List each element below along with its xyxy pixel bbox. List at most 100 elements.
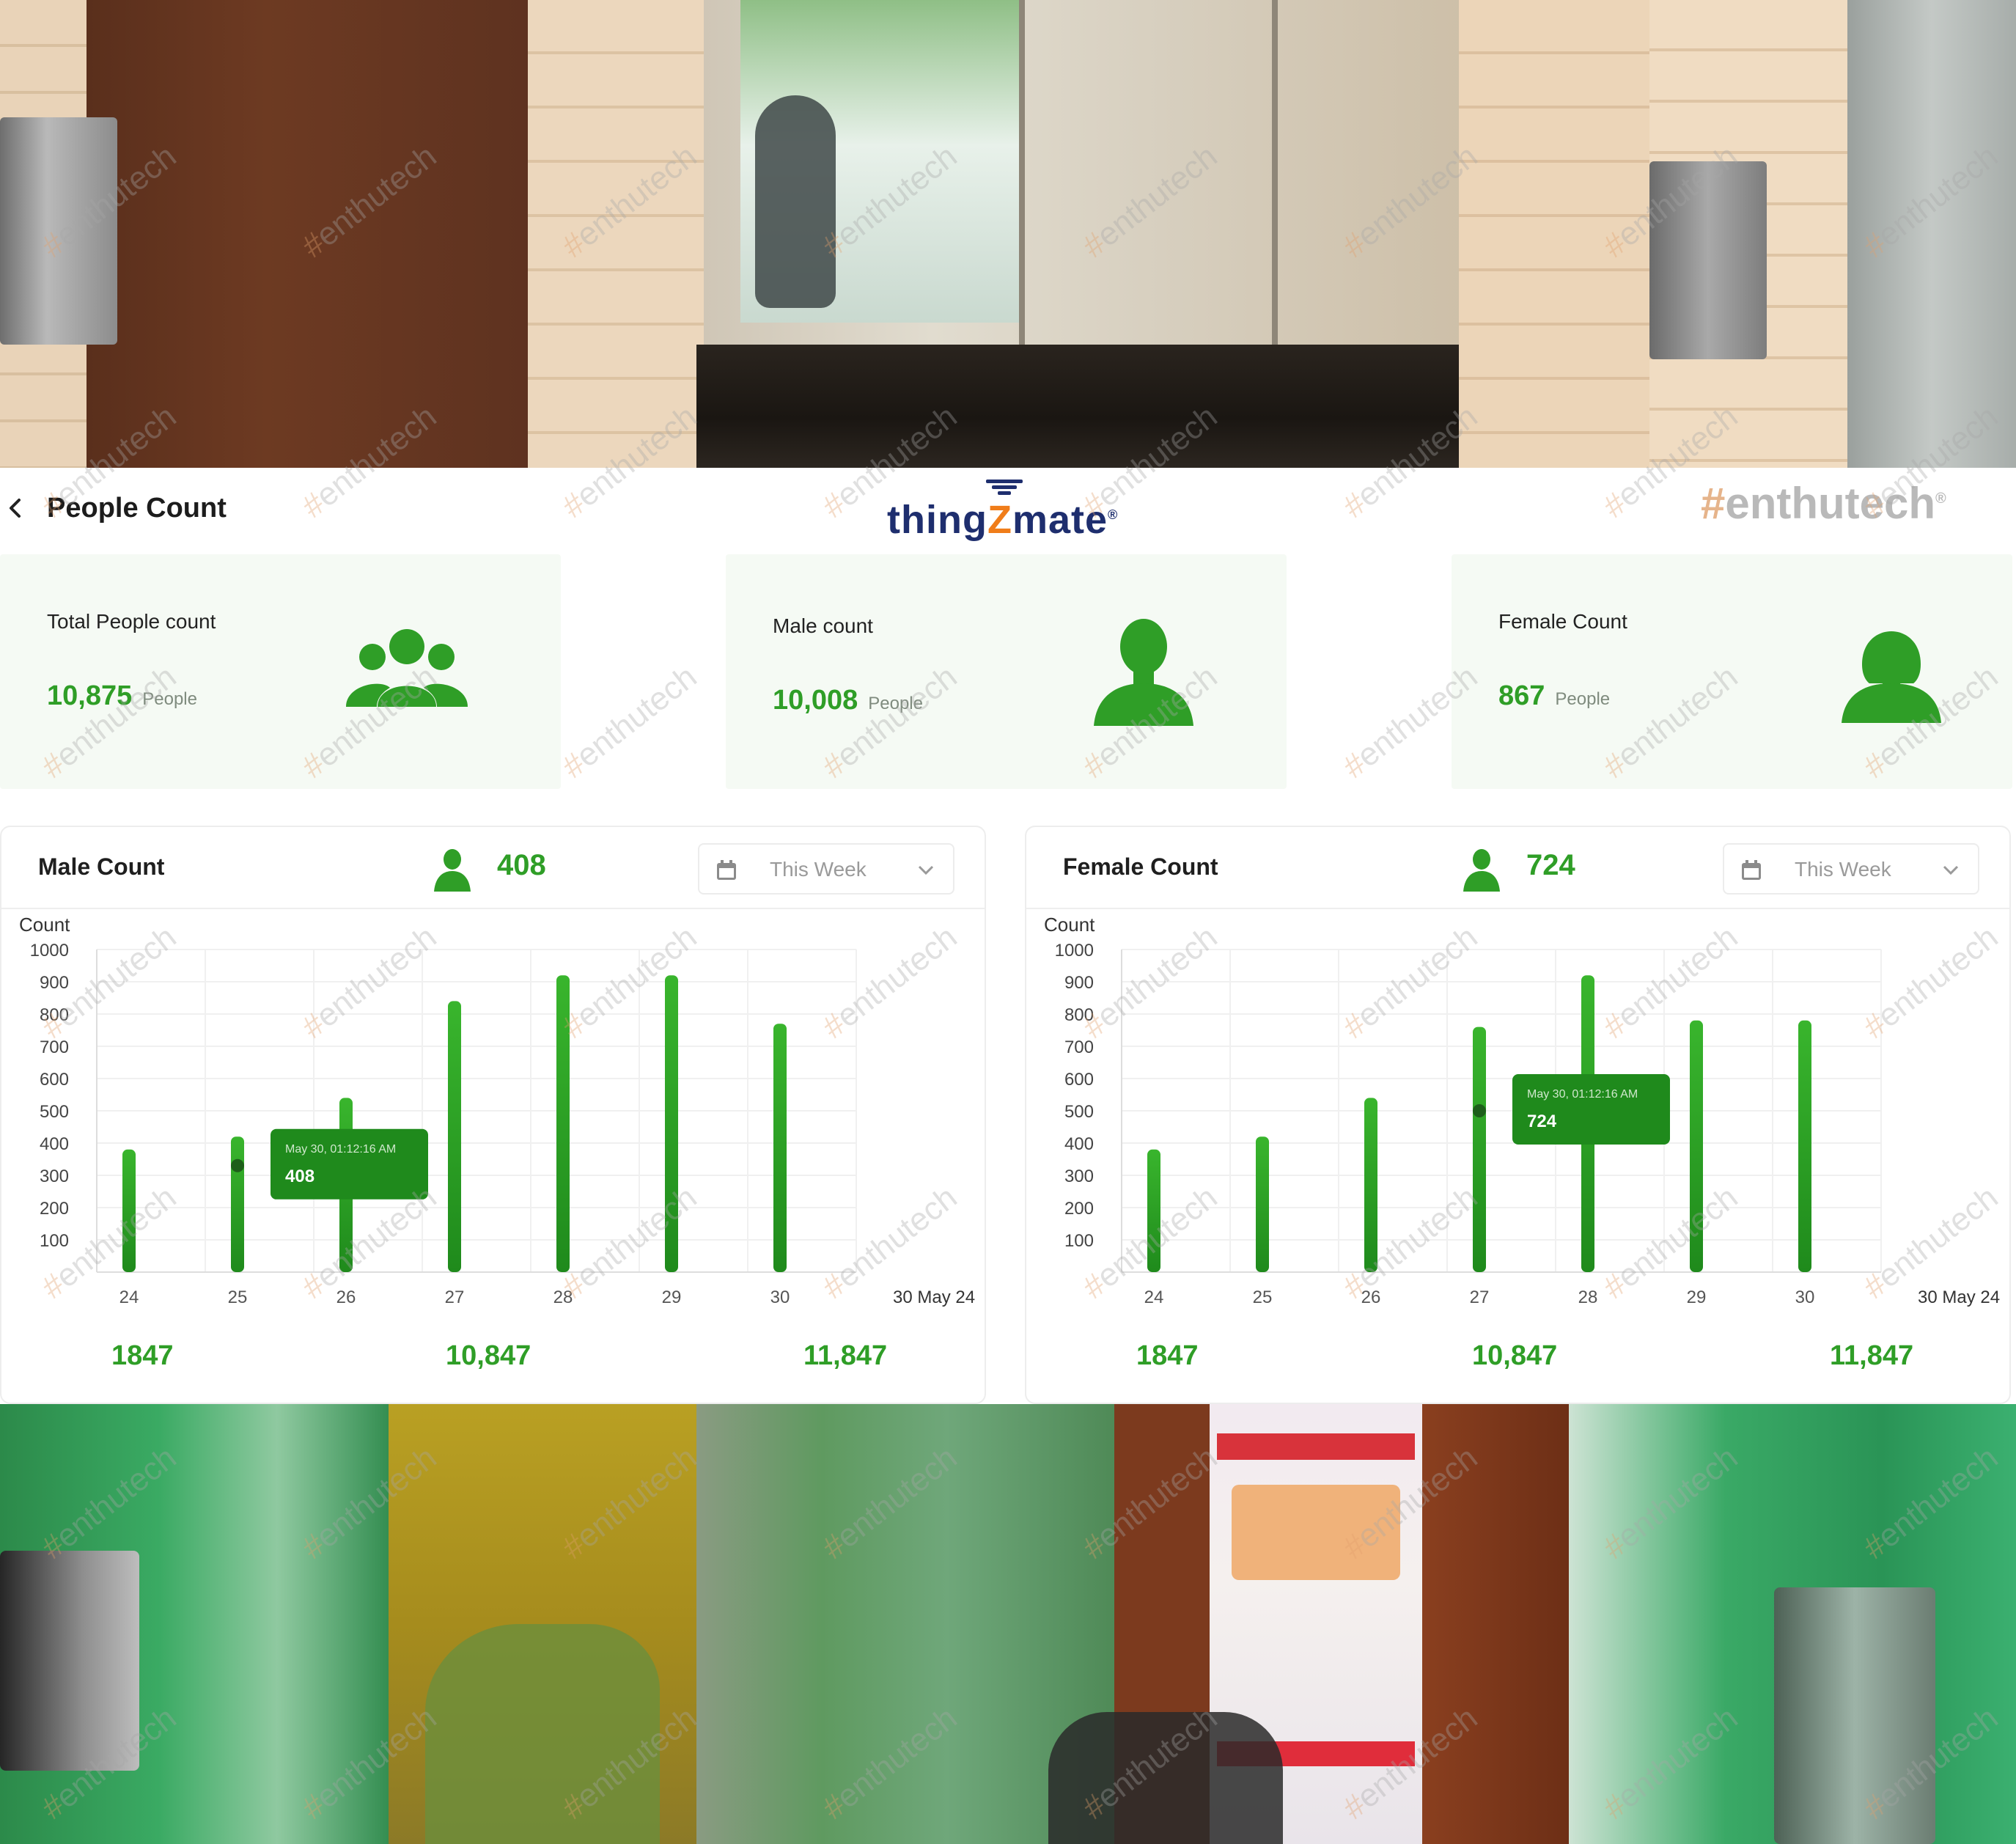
y-tick-label: 1000 [30,941,69,960]
mirror-divider [1272,0,1278,345]
x-tick-label: 28 [553,1288,573,1307]
calendar-icon [717,860,736,880]
bar[interactable] [231,1136,244,1272]
period-dropdown[interactable]: This Week [1723,843,1979,895]
bar[interactable] [1147,1149,1160,1272]
total-value: 10,847 [446,1340,531,1371]
panel-header: Female Count 724 This Week [1026,827,2009,909]
user-icon [1463,849,1500,892]
male-count-chart: Count 100 200 300 400 500 600 700 800 900 1000 24 25… [19,914,975,1307]
period-value: This Week [1795,858,1891,881]
female-count-panel: Female Count 724 This Week Count 100 200… [1025,826,2011,1404]
y-axis-label: Count [1044,914,1095,936]
y-tick-label: 200 [1064,1199,1094,1219]
x-tick-label: 28 [1578,1288,1598,1307]
period-value: This Week [770,858,867,881]
bar[interactable] [122,1149,136,1272]
y-tick-label: 400 [1064,1134,1094,1154]
panel-title: Female Count [1063,853,1218,880]
sink-counter [696,345,1459,468]
wooden-door [87,0,535,468]
y-tick-label: 500 [40,1102,69,1122]
y-tick-label: 600 [1064,1070,1094,1090]
hover-point[interactable] [231,1158,244,1172]
tooltip-date: May 30, 01:12:16 AM [1527,1088,1638,1101]
screen: People Count thingZmate® #enthutech® Tot… [0,0,2016,1844]
stat-value: 10,008 People [773,685,923,716]
panel-count: 408 [497,849,546,881]
y-tick-label: 400 [40,1134,69,1154]
y-tick-label: 800 [1064,1005,1094,1025]
x-tick-label: 25 [228,1288,248,1307]
x-end-label: 30 May 24 [1918,1288,2000,1307]
sensor-device [1649,161,1767,359]
chevron-down-icon [1943,865,1959,875]
y-tick-label: 100 [40,1231,69,1251]
back-button[interactable] [7,497,22,526]
y-tick-label: 300 [40,1167,69,1186]
x-tick-label: 27 [1470,1288,1490,1307]
sensor-device [1774,1587,1935,1844]
poster-banner [1217,1433,1415,1460]
y-tick-label: 1000 [1055,941,1094,960]
poster-illustration [1232,1485,1400,1580]
page-title: People Count [47,493,227,524]
y-tick-label: 600 [40,1070,69,1090]
stat-value: 10,875 People [47,680,197,711]
stat-card-total: Total People count 10,875 People [0,554,561,789]
bar[interactable] [1256,1136,1269,1272]
hover-point[interactable] [1473,1104,1486,1117]
y-tick-label: 700 [1064,1037,1094,1057]
wall-patch [425,1624,660,1844]
x-tick-label: 24 [1144,1288,1164,1307]
chevron-left-icon [10,499,21,518]
total-value: 1847 [1136,1340,1199,1371]
x-tick-label: 25 [1253,1288,1273,1307]
mirror-divider [1019,0,1025,345]
bar[interactable] [665,975,678,1272]
panel-count: 724 [1526,849,1575,881]
bar[interactable] [773,1024,787,1272]
dashboard: People Count thingZmate® #enthutech® Tot… [0,468,2016,1404]
y-tick-label: 200 [40,1199,69,1219]
total-value: 11,847 [803,1340,888,1371]
stat-label: Male count [773,614,873,637]
scooter [1048,1712,1283,1844]
bar[interactable] [556,975,570,1272]
bar[interactable] [1798,1020,1811,1272]
male-user-icon [1094,619,1193,726]
x-tick-label: 27 [445,1288,465,1307]
soap-dispenser [0,117,117,345]
x-tick-label: 30 [770,1288,790,1307]
y-tick-label: 900 [1064,973,1094,993]
bar[interactable] [1690,1020,1703,1272]
tooltip-value: 408 [285,1167,314,1186]
tooltip [271,1128,428,1200]
bar[interactable] [1473,1026,1486,1272]
thingzmate-logo: thingZmate® [887,475,1151,542]
total-value: 1847 [111,1340,174,1371]
panel-header: Male Count 408 This Week [1,827,985,909]
door-lock [0,1551,139,1771]
y-tick-label: 800 [40,1005,69,1025]
user-icon [434,849,471,892]
wall-frame [1459,0,1649,468]
stat-card-female: Female Count 867 People [1452,554,2012,789]
y-tick-label: 100 [1064,1231,1094,1251]
wood-frame [1422,1404,1569,1844]
logo-text: thingZmate® [887,498,1119,542]
stat-value: 867 People [1498,680,1611,711]
restroom-photo-top [0,0,2016,468]
x-tick-label: 30 [1795,1288,1815,1307]
pillar [1847,0,2016,468]
x-tick-label: 26 [336,1288,356,1307]
bar[interactable] [1364,1098,1377,1272]
tooltip-value: 724 [1527,1112,1557,1131]
y-tick-label: 300 [1064,1167,1094,1186]
total-value: 10,847 [1472,1340,1558,1371]
bar[interactable] [448,1001,461,1272]
group-icon [346,629,468,707]
period-dropdown[interactable]: This Week [698,843,954,895]
total-value: 11,847 [1830,1340,1914,1371]
panel-title: Male Count [38,853,165,880]
